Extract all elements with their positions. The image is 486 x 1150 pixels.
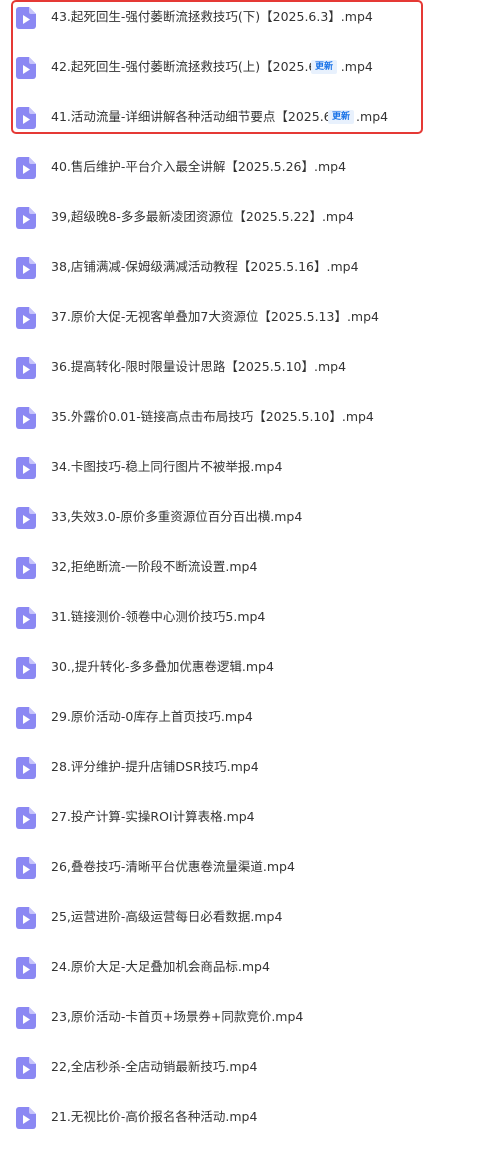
file-item[interactable]: 21.无视比价-高价报名各种活动.mp4 [0,1100,486,1150]
file-item[interactable]: 40.售后维护-平台介入最全讲解【2025.5.26】.mp4 [0,150,486,200]
file-name: 25,运营进阶-高级运营每日必看数据.mp4 [51,909,283,924]
video-file-icon [16,157,36,179]
file-item[interactable]: 35.外露价0.01-链接高点击布局技巧【2025.5.10】.mp4 [0,400,486,450]
file-name: 33,失效3.0-原价多重资源位百分百出横.mp4 [51,509,303,524]
video-file-icon [16,57,36,79]
file-name: 43.起死回生-强付萎断流拯救技巧(下)【2025.6.3】.mp4 [51,9,373,24]
update-badge: 更新 [328,110,355,124]
video-file-icon [16,907,36,929]
file-item[interactable]: 39,超级晚8-多多最新凌团资源位【2025.5.22】.mp4 [0,200,486,250]
video-file-icon [16,1057,36,1079]
video-file-icon [16,307,36,329]
video-file-icon [16,357,36,379]
file-name: 32,拒绝断流-一阶段不断流设置.mp4 [51,559,258,574]
video-file-icon [16,207,36,229]
file-item[interactable]: 33,失效3.0-原价多重资源位百分百出横.mp4 [0,500,486,550]
file-name: 36.提高转化-限时限量设计思路【2025.5.10】.mp4 [51,359,347,374]
video-file-icon [16,1107,36,1129]
video-file-icon [16,607,36,629]
file-name: 26,叠卷技巧-清晰平台优惠卷流量渠道.mp4 [51,859,295,874]
file-item[interactable]: 43.起死回生-强付萎断流拯救技巧(下)【2025.6.3】.mp4 [0,0,486,50]
video-file-icon [16,957,36,979]
file-name: 35.外露价0.01-链接高点击布局技巧【2025.5.10】.mp4 [51,409,374,424]
video-file-icon [16,1007,36,1029]
file-name: 27.投产计算-实操ROI计算表格.mp4 [51,809,255,824]
video-file-icon [16,507,36,529]
video-file-icon [16,457,36,479]
file-item[interactable]: 34.卡图技巧-稳上同行图片不被举报.mp4 [0,450,486,500]
file-item[interactable]: 26,叠卷技巧-清晰平台优惠卷流量渠道.mp4 [0,850,486,900]
file-name: 40.售后维护-平台介入最全讲解【2025.5.26】.mp4 [51,159,347,174]
video-file-icon [16,807,36,829]
file-name: 23,原价活动-卡首页+场景券+同款竞价.mp4 [51,1009,304,1024]
file-item[interactable]: 22,全店秒杀-全店动销最新技巧.mp4 [0,1050,486,1100]
video-file-icon [16,707,36,729]
video-file-icon [16,857,36,879]
video-file-icon [16,407,36,429]
file-name: 29.原价活动-0库存上首页技巧.mp4 [51,709,253,724]
file-name: 30.,提升转化-多多叠加优惠卷逻辑.mp4 [51,659,274,674]
file-item[interactable]: 24.原价大足-大足叠加机会商品标.mp4 [0,950,486,1000]
file-item[interactable]: 29.原价活动-0库存上首页技巧.mp4 [0,700,486,750]
video-file-icon [16,657,36,679]
file-name: 39,超级晚8-多多最新凌团资源位【2025.5.22】.mp4 [51,209,354,224]
file-item[interactable]: 36.提高转化-限时限量设计思路【2025.5.10】.mp4 [0,350,486,400]
file-name: 28.评分维护-提升店铺DSR技巧.mp4 [51,759,259,774]
file-item[interactable]: 23,原价活动-卡首页+场景券+同款竞价.mp4 [0,1000,486,1050]
file-item[interactable]: 37.原价大促-无视客单叠加7大资源位【2025.5.13】.mp4 [0,300,486,350]
video-file-icon [16,107,36,129]
file-item[interactable]: 27.投产计算-实操ROI计算表格.mp4 [0,800,486,850]
file-name: 37.原价大促-无视客单叠加7大资源位【2025.5.13】.mp4 [51,309,379,324]
update-badge: 更新 [311,60,338,74]
file-item[interactable]: 30.,提升转化-多多叠加优惠卷逻辑.mp4 [0,650,486,700]
file-item[interactable]: 42.起死回生-强付萎断流拯救技巧(上)【2025.6.3】.mp4 更新 [0,50,486,100]
video-file-icon [16,557,36,579]
file-item[interactable]: 41.活动流量-详细讲解各种活动细节要点【2025.6.1】.mp4 更新 [0,100,486,150]
file-name: 34.卡图技巧-稳上同行图片不被举报.mp4 [51,459,283,474]
file-name: 24.原价大足-大足叠加机会商品标.mp4 [51,959,270,974]
file-item[interactable]: 38,店铺满减-保姆级满减活动教程【2025.5.16】.mp4 [0,250,486,300]
file-name: 31.链接测价-领卷中心测价技巧5.mp4 [51,609,266,624]
file-name: 22,全店秒杀-全店动销最新技巧.mp4 [51,1059,258,1074]
file-name: 21.无视比价-高价报名各种活动.mp4 [51,1109,258,1124]
file-name: 38,店铺满减-保姆级满减活动教程【2025.5.16】.mp4 [51,259,359,274]
file-item[interactable]: 32,拒绝断流-一阶段不断流设置.mp4 [0,550,486,600]
video-file-icon [16,757,36,779]
video-file-icon [16,7,36,29]
video-file-icon [16,257,36,279]
file-item[interactable]: 31.链接测价-领卷中心测价技巧5.mp4 [0,600,486,650]
file-item[interactable]: 28.评分维护-提升店铺DSR技巧.mp4 [0,750,486,800]
file-item[interactable]: 25,运营进阶-高级运营每日必看数据.mp4 [0,900,486,950]
